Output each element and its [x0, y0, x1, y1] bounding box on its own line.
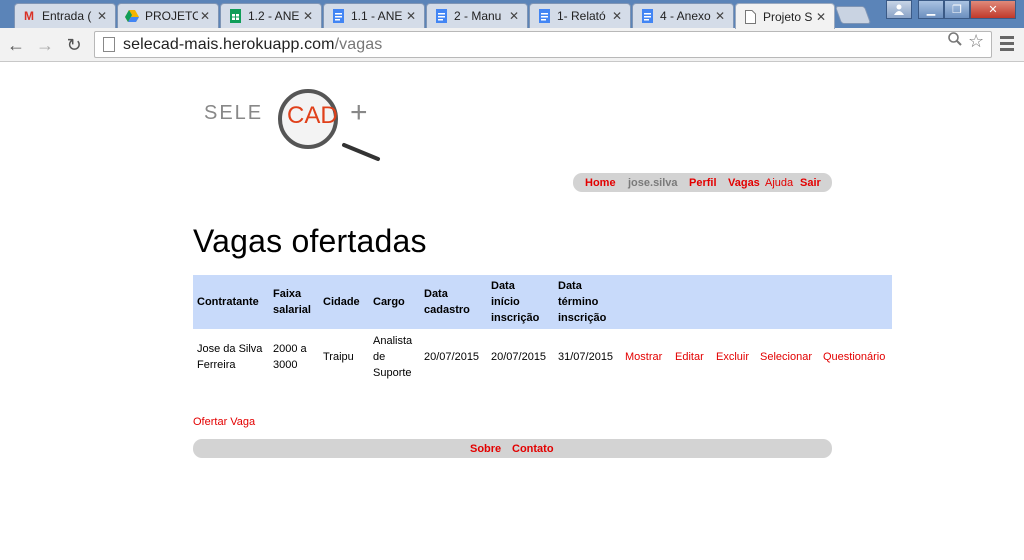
questionario-link[interactable]: Questionário: [819, 329, 892, 385]
selecad-logo: SELE CAD +: [204, 89, 380, 161]
excluir-link[interactable]: Excluir: [712, 329, 756, 385]
tab-label: 2 - Manu: [454, 9, 502, 23]
tab-label: 1- Relató: [557, 9, 606, 23]
tab-docs-2[interactable]: 2 - Manu ✕: [426, 3, 528, 28]
close-icon[interactable]: ✕: [610, 9, 624, 23]
cell-data-termino: 31/07/2015: [558, 351, 614, 363]
close-icon[interactable]: ✕: [301, 9, 315, 23]
close-icon[interactable]: ✕: [95, 9, 109, 23]
nav-username: jose.silva: [628, 177, 678, 189]
tab-label: 1.2 - ANE: [248, 9, 300, 23]
selecionar-link[interactable]: Selecionar: [756, 329, 819, 385]
tab-drive[interactable]: PROJETO ✕: [117, 3, 219, 28]
tab-sheets[interactable]: 1.2 - ANE ✕: [220, 3, 322, 28]
docs-icon: [536, 8, 552, 24]
address-bar[interactable]: selecad-mais.herokuapp.com/vagas: [94, 31, 992, 58]
cell-data-cadastro: 20/07/2015: [424, 351, 480, 363]
editar-link[interactable]: Editar: [671, 329, 712, 385]
nav-home-link[interactable]: Home: [585, 177, 616, 189]
gmail-icon: M: [24, 9, 34, 23]
maximize-icon: ❐: [952, 4, 962, 16]
tab-docs-4[interactable]: 4 - Anexo ✕: [632, 3, 734, 28]
close-icon[interactable]: ✕: [507, 9, 521, 23]
close-icon: ✕: [988, 4, 998, 16]
page-icon: [742, 9, 758, 25]
footer-contato-link[interactable]: Contato: [512, 443, 554, 455]
cell-cargo: Analista de Suporte: [373, 335, 413, 379]
nav-perfil-link[interactable]: Perfil: [689, 177, 717, 189]
user-icon: [894, 4, 904, 15]
table-row: Jose da Silva Ferreira 2000 a 3000 Traipu …: [193, 329, 892, 385]
nav-ajuda-link[interactable]: Ajuda: [765, 177, 793, 189]
back-button[interactable]: ←: [4, 33, 28, 57]
col-header-contratante: Contratante: [193, 275, 269, 329]
footer-bar: Sobre Contato: [193, 439, 832, 458]
tab-docs-1[interactable]: 1.1 - ANE ✕: [323, 3, 425, 28]
tab-label: 4 - Anexo: [660, 9, 711, 23]
arrow-left-icon: ←: [7, 34, 25, 55]
close-icon[interactable]: ✕: [814, 10, 828, 24]
tab-label: Entrada (: [42, 9, 92, 23]
tab-label: PROJETO: [145, 9, 198, 23]
page-icon: [103, 37, 115, 52]
cell-data-inicio: 20/07/2015: [491, 351, 547, 363]
url-text: selecad-mais.herokuapp.com/vagas: [123, 36, 382, 54]
close-icon[interactable]: ✕: [713, 9, 727, 23]
col-header-data-termino: Data término inscrição: [554, 275, 621, 329]
maximize-button[interactable]: ❐: [944, 0, 970, 19]
cell-faixa-salarial: 2000 a 3000: [273, 343, 307, 371]
new-tab-button[interactable]: [834, 6, 872, 24]
tab-projeto-active[interactable]: Projeto S ✕: [735, 3, 835, 29]
reload-button[interactable]: ↻: [62, 33, 86, 57]
url-host: selecad-mais.herokuapp.com: [123, 35, 335, 53]
forward-button[interactable]: →: [33, 33, 57, 57]
close-icon[interactable]: ✕: [404, 9, 418, 23]
col-header-faixa-salarial: Faixa salarial: [269, 275, 319, 329]
page-content: SELE CAD + Home jose.silva Perfil Vagas …: [0, 63, 1024, 560]
docs-icon: [330, 8, 346, 24]
col-header-cidade: Cidade: [319, 275, 369, 329]
browser-tab-strip: M Entrada ( ✕ PROJETO ✕ 1.2 - ANE ✕ 1.1 …: [0, 0, 1024, 29]
docs-icon: [639, 8, 655, 24]
tab-docs-3[interactable]: 1- Relató ✕: [529, 3, 631, 28]
minimize-button[interactable]: ▁: [918, 0, 944, 19]
user-profile-button[interactable]: [886, 0, 912, 19]
page-title: Vagas ofertadas: [193, 223, 427, 259]
drive-icon: [124, 8, 140, 24]
logo-cad-text: CAD: [287, 102, 338, 129]
url-path: /vagas: [334, 35, 383, 53]
minimize-icon: ▁: [926, 4, 936, 16]
footer-sobre-link[interactable]: Sobre: [470, 443, 501, 455]
reload-icon: ↻: [66, 34, 82, 55]
browser-toolbar: ← → ↻ selecad-mais.herokuapp.com/vagas ☆: [0, 28, 1024, 62]
cell-contratante: Jose da Silva Ferreira: [197, 343, 263, 371]
window-close-button[interactable]: ✕: [970, 0, 1016, 19]
tab-label: 1.1 - ANE: [351, 9, 403, 23]
ofertar-vaga-link[interactable]: Ofertar Vaga: [193, 416, 255, 428]
mostrar-link[interactable]: Mostrar: [621, 329, 671, 385]
sheets-icon: [227, 8, 243, 24]
vagas-table: Contratante Faixa salarial Cidade Cargo D…: [193, 275, 892, 385]
bookmark-star-icon[interactable]: ☆: [968, 31, 984, 52]
tab-label: Projeto S: [763, 9, 813, 24]
docs-icon: [433, 8, 449, 24]
zoom-icon[interactable]: [948, 32, 962, 51]
logo-sele-text: SELE: [204, 102, 263, 124]
cell-cidade: Traipu: [323, 351, 354, 363]
arrow-right-icon: →: [36, 34, 54, 55]
logo-plus-text: +: [350, 96, 368, 129]
top-navigation: Home jose.silva Perfil Vagas Ajuda Sair: [573, 173, 832, 192]
magnifier-handle: [342, 143, 380, 161]
chrome-menu-icon[interactable]: [1000, 36, 1014, 54]
col-header-data-inicio: Data início inscrição: [487, 275, 554, 329]
nav-vagas-link[interactable]: Vagas: [728, 177, 760, 189]
nav-sair-link[interactable]: Sair: [800, 177, 821, 189]
tab-gmail[interactable]: M Entrada ( ✕: [14, 3, 116, 28]
table-header-row: Contratante Faixa salarial Cidade Cargo D…: [193, 275, 892, 329]
col-header-data-cadastro: Data cadastro: [420, 275, 487, 329]
close-icon[interactable]: ✕: [198, 9, 212, 23]
col-header-cargo: Cargo: [369, 275, 420, 329]
